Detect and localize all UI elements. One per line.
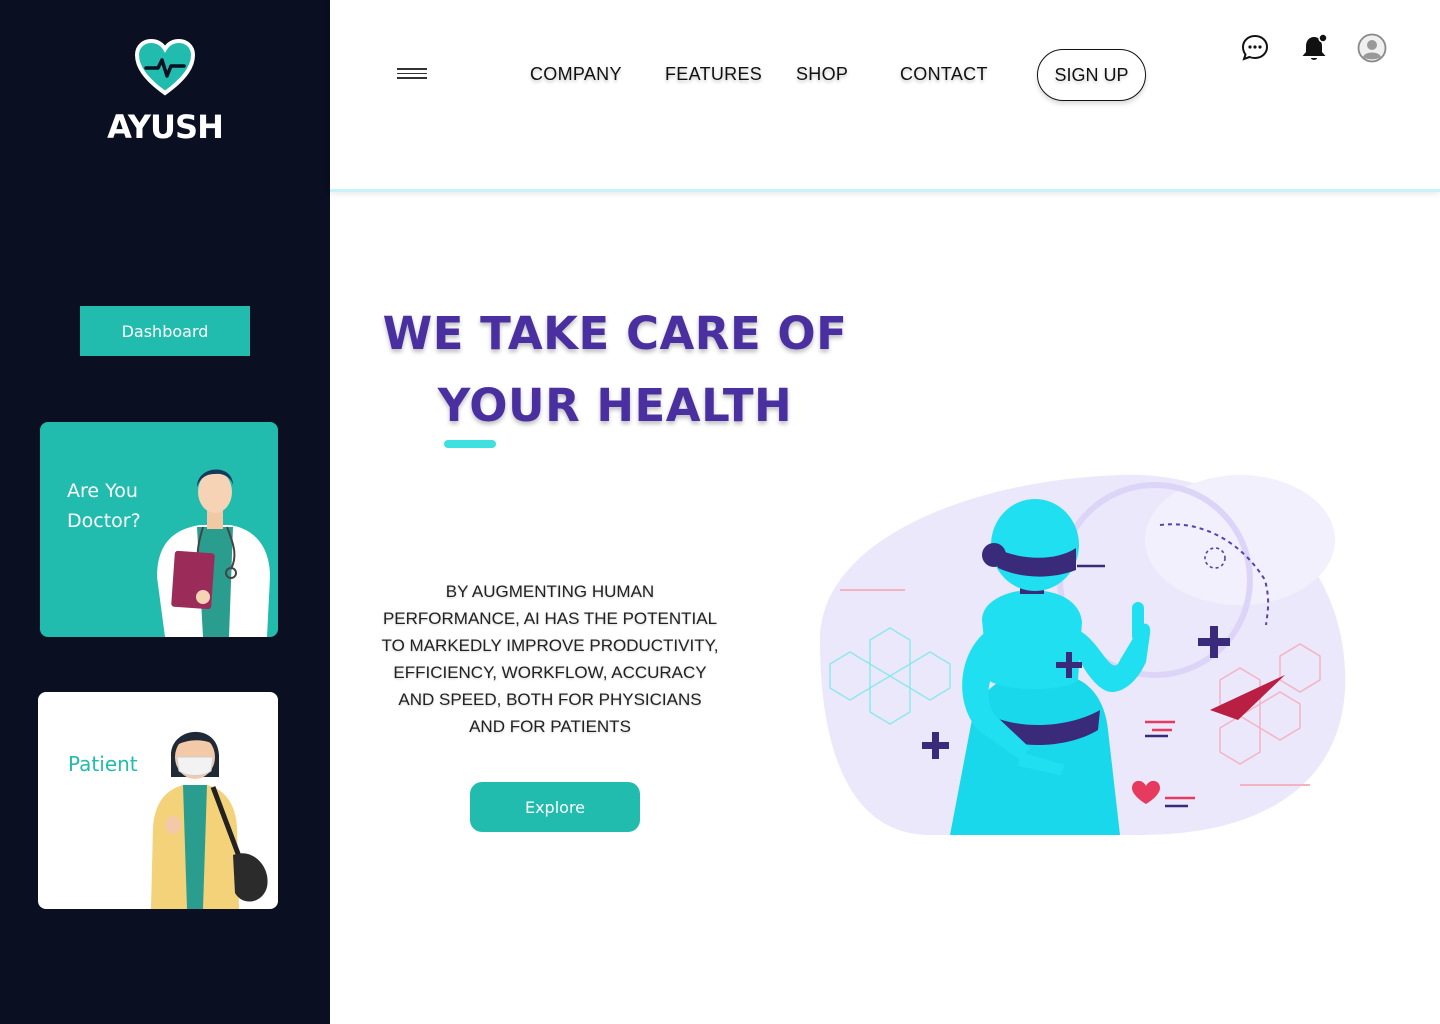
explore-button[interactable]: Explore xyxy=(470,782,640,832)
brand-logo[interactable]: AYUSH xyxy=(100,38,230,146)
patient-illustration xyxy=(151,731,268,909)
hamburger-menu-icon[interactable] xyxy=(397,68,427,84)
chat-icon[interactable] xyxy=(1240,33,1270,63)
bell-icon[interactable] xyxy=(1299,33,1329,63)
robot-doctor-illustration xyxy=(820,474,1346,835)
title-underline xyxy=(444,440,496,448)
doctor-illustration xyxy=(157,469,270,637)
patient-card[interactable]: Patient xyxy=(38,692,278,909)
nav-features[interactable]: FEATURES xyxy=(665,64,762,85)
doctor-card[interactable]: Are You Doctor? xyxy=(40,422,278,637)
nav-shop[interactable]: SHOP xyxy=(796,64,848,85)
app-root: AYUSH Dashboard Are You Doctor? Patient … xyxy=(0,0,1440,1024)
sign-up-button[interactable]: SIGN UP xyxy=(1037,49,1146,101)
dashboard-button[interactable]: Dashboard xyxy=(80,306,250,356)
top-header: COMPANY FEATURES SHOP CONTACT SIGN UP xyxy=(330,0,1440,192)
heart-pulse-icon xyxy=(134,38,196,96)
brand-name: AYUSH xyxy=(107,108,224,146)
nav-contact[interactable]: CONTACT xyxy=(900,64,988,85)
sidebar: AYUSH Dashboard Are You Doctor? Patient xyxy=(0,0,330,1024)
nav-company[interactable]: COMPANY xyxy=(530,64,622,85)
hero-title: WE TAKE CARE OF YOUR HEALTH xyxy=(382,307,848,432)
hero-description: BY AUGMENTING HUMAN PERFORMANCE, AI HAS … xyxy=(381,582,719,736)
patient-card-label: Patient xyxy=(68,752,138,776)
user-avatar-icon[interactable] xyxy=(1357,33,1387,63)
